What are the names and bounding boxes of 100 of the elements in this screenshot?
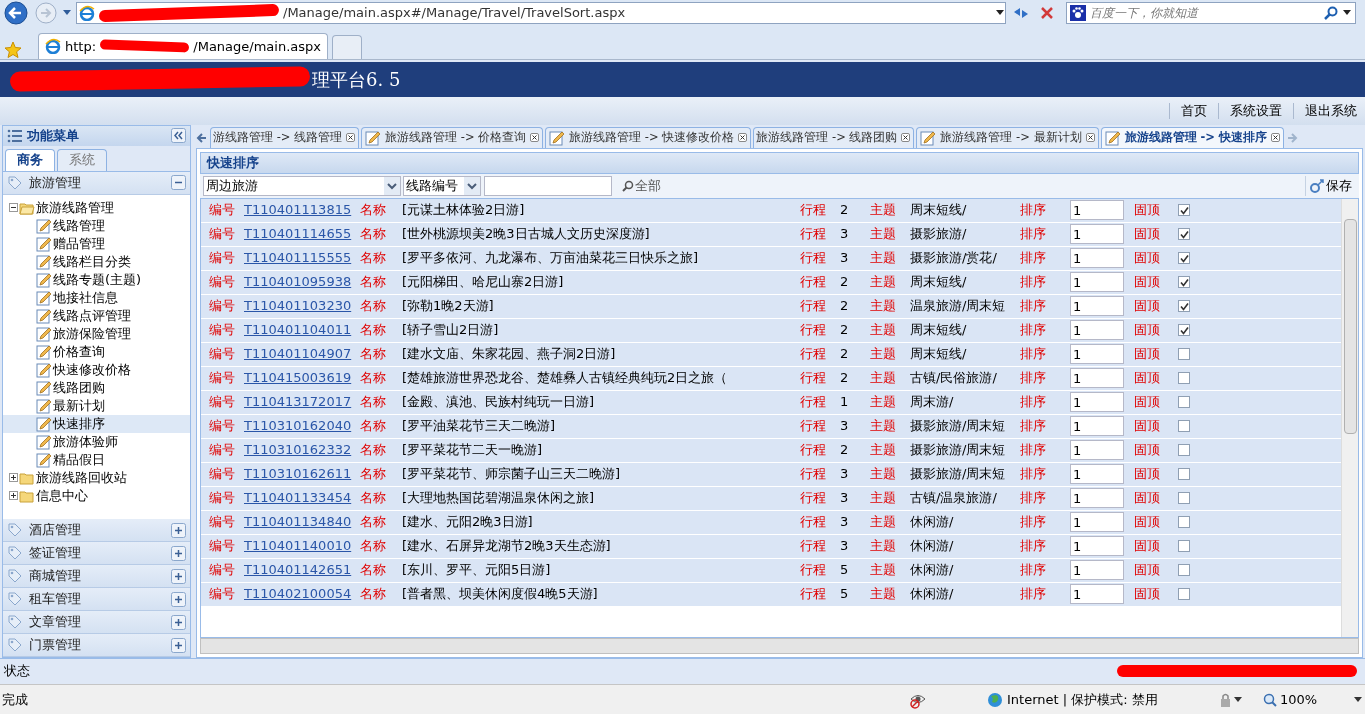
field-label: 排序 — [1020, 249, 1047, 268]
order-input[interactable]: 1 — [1070, 296, 1124, 317]
field-label: 排序 — [1020, 513, 1047, 532]
field-label: 行程 — [800, 201, 827, 220]
route-name: [轿子雪山2日游] — [402, 321, 500, 340]
route-name: [弥勒1晚2天游] — [402, 297, 495, 316]
address-bar[interactable]: /Manage/main.aspx#/Manage/Travel/TravelSort.aspx — [76, 1, 1006, 24]
sidebar-tab[interactable]: 商务 — [5, 148, 55, 171]
route-code-link[interactable]: T110401134840 — [244, 512, 352, 532]
zoom-button[interactable]: 100% — [1263, 689, 1353, 710]
field-label: 排序 — [1020, 225, 1047, 244]
page-tab[interactable]: 旅游线路管理 -> 快速排序 — [1100, 126, 1284, 148]
order-input[interactable]: 1 — [1070, 560, 1124, 581]
order-input[interactable]: 1 — [1070, 464, 1124, 485]
field-label: 排序 — [1020, 537, 1047, 556]
order-input[interactable]: 1 — [1070, 320, 1124, 341]
route-code-link[interactable]: T110401113815 — [244, 200, 352, 220]
field-label: 名称 — [359, 321, 387, 340]
tree-item[interactable]: 赠品管理 — [53, 233, 105, 254]
route-code-link[interactable]: T110401104907 — [244, 344, 352, 364]
field-label: 固顶 — [1133, 537, 1161, 556]
route-code-link[interactable]: T110401140010 — [244, 536, 352, 556]
route-code-link[interactable]: T110401114655 — [244, 224, 352, 244]
route-name: [大理地热国芘碧湖温泉休闲之旅] — [402, 489, 596, 508]
field-label: 名称 — [359, 561, 387, 580]
tree-item[interactable]: 旅游体验师 — [53, 431, 118, 452]
field-label: 主题 — [870, 345, 897, 364]
tree-item[interactable]: 线路专题(主题) — [53, 269, 142, 290]
order-input[interactable]: 1 — [1070, 344, 1124, 365]
search-button[interactable]: 全部 — [616, 175, 667, 196]
route-code-link[interactable]: T110401142651 — [244, 560, 352, 580]
tree-item[interactable]: 旅游线路回收站 — [36, 467, 127, 488]
tree-item[interactable]: 线路团购 — [53, 377, 105, 398]
order-input[interactable]: 1 — [1070, 368, 1124, 389]
tree-item[interactable]: 价格查询 — [53, 341, 105, 362]
route-name: [金殿、滇池、民族村纯玩一日游] — [402, 393, 596, 412]
save-button[interactable]: 保存 — [1305, 175, 1356, 196]
security-zone: Internet | 保护模式: 禁用 — [1007, 690, 1158, 709]
nav-link[interactable]: 退出系统 — [1305, 100, 1357, 121]
order-input[interactable]: 1 — [1070, 440, 1124, 461]
order-input[interactable]: 1 — [1070, 200, 1124, 221]
tree-item[interactable]: 旅游保险管理 — [53, 323, 131, 344]
route-code-link[interactable]: T110401133454 — [244, 488, 352, 508]
order-input[interactable]: 1 — [1070, 224, 1124, 245]
tree-item[interactable]: 旅游线路管理 — [36, 197, 114, 218]
dropdown[interactable]: 线路编号 — [403, 175, 481, 196]
tree-item[interactable]: 地接社信息 — [53, 287, 118, 308]
order-input[interactable]: 1 — [1070, 488, 1124, 509]
tree-item[interactable]: 信息中心 — [36, 485, 88, 506]
status-label: 状态 — [4, 661, 31, 680]
page-tab[interactable]: 旅游线路管理 -> 价格查询 — [361, 126, 544, 148]
order-input[interactable]: 1 — [1070, 272, 1124, 293]
search-box[interactable]: 百度一下，你就知道 — [1066, 1, 1356, 24]
search-field[interactable]: 百度一下，你就知道 — [1090, 3, 1320, 22]
field-label: 排序 — [1020, 321, 1047, 340]
field-label: 固顶 — [1133, 225, 1161, 244]
route-code-link[interactable]: T110401115555 — [244, 248, 352, 268]
field-label: 行程 — [800, 465, 827, 484]
field-label: 名称 — [359, 369, 387, 388]
field-label: 主题 — [870, 441, 897, 460]
route-code-link[interactable]: T110401103230 — [244, 296, 352, 316]
field-label: 固顶 — [1133, 249, 1161, 268]
field-label: 固顶 — [1133, 345, 1161, 364]
tree-item[interactable]: 快速修改价格 — [53, 359, 131, 380]
field-label: 排序 — [1020, 489, 1047, 508]
route-code-link[interactable]: T110413172017 — [244, 392, 352, 412]
route-code-link[interactable]: T110310162611 — [244, 464, 352, 484]
field-label: 主题 — [870, 417, 897, 436]
field-label: 行程 — [800, 537, 827, 556]
day-count: 5 — [840, 561, 850, 580]
tree-item[interactable]: 精品假日 — [53, 449, 105, 470]
route-code-link[interactable]: T110401095938 — [244, 272, 352, 292]
dropdown[interactable]: 周边旅游 — [203, 175, 401, 196]
route-code-link[interactable]: T110415003619 — [244, 368, 352, 388]
tree-item[interactable]: 最新计划 — [53, 395, 105, 416]
tree-item[interactable]: 线路点评管理 — [53, 305, 131, 326]
nav-link[interactable]: 首页 — [1181, 100, 1207, 121]
tree-item[interactable]: 线路管理 — [53, 215, 105, 236]
order-input[interactable]: 1 — [1070, 392, 1124, 413]
tree-item[interactable]: 线路栏目分类 — [53, 251, 131, 272]
nav-link[interactable]: 系统设置 — [1230, 100, 1282, 121]
order-input[interactable]: 1 — [1070, 584, 1124, 605]
order-input[interactable]: 1 — [1070, 416, 1124, 437]
page-tab[interactable]: 旅游线路管理 -> 快速修改价格 — [545, 126, 752, 148]
field-label: 固顶 — [1133, 321, 1161, 340]
page-tab[interactable]: 旅游线路管理 -> 最新计划 — [916, 126, 1099, 148]
field-label: 编号 — [208, 297, 236, 316]
page-tab[interactable]: 旅游线路管理 -> 线路团购 — [753, 126, 915, 148]
order-input[interactable]: 1 — [1070, 536, 1124, 557]
browser-tab[interactable]: http: /Manage/main.aspx — [38, 32, 328, 59]
order-input[interactable]: 1 — [1070, 248, 1124, 269]
order-input[interactable]: 1 — [1070, 512, 1124, 533]
page-tab[interactable]: 游线路管理 -> 线路管理 — [210, 126, 360, 148]
theme-text: 摄影旅游/周末短 — [910, 465, 1007, 484]
route-code-link[interactable]: T110310162040 — [244, 416, 352, 436]
route-code-link[interactable]: T110310162332 — [244, 440, 352, 460]
sidebar-tab[interactable]: 系统 — [57, 148, 107, 171]
field-label: 名称 — [359, 225, 387, 244]
route-code-link[interactable]: T110402100054 — [244, 584, 352, 604]
route-code-link[interactable]: T110401104011 — [244, 320, 352, 340]
